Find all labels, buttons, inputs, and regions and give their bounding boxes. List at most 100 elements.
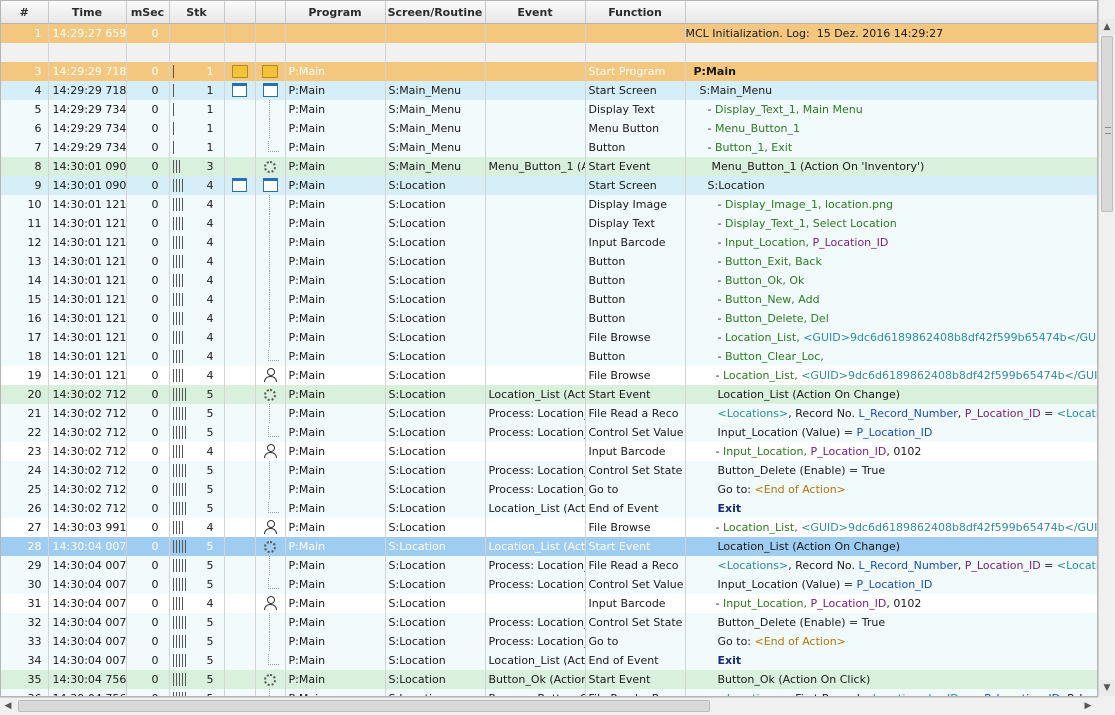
col-header-function[interactable]: Function xyxy=(585,1,686,24)
table-row[interactable] xyxy=(1,42,1097,62)
row-screen-routine: S:Location xyxy=(385,536,486,556)
row-stack-depth: 5 xyxy=(169,460,225,480)
row-function: Menu Button xyxy=(585,118,686,138)
row-icon-1 xyxy=(224,612,256,632)
table-row[interactable]: 30 14:30:04 007 0 5 P:Main S:Location Process:… xyxy=(1,574,1097,594)
row-msec: 0 xyxy=(126,555,170,575)
row-time: 14:30:04 756 xyxy=(48,688,127,696)
table-row[interactable]: 29 14:30:04 007 0 5 P:Main S:Location Process:… xyxy=(1,555,1097,575)
detail-segment: Button_Ok (Action On Click) xyxy=(717,672,871,686)
row-event xyxy=(485,99,586,119)
stack-bars xyxy=(172,672,188,686)
row-icon-2 xyxy=(255,308,286,328)
scroll-right-arrow-icon[interactable]: ▶ xyxy=(1080,698,1096,715)
col-header-program[interactable]: Program xyxy=(285,1,386,24)
log-grid[interactable]: # Time mSec Stk Program Screen/Routine E… xyxy=(0,0,1098,697)
detail-segment: L_Record_Number xyxy=(858,558,958,572)
row-msec: 0 xyxy=(126,327,170,347)
row-event: Location_List (Act xyxy=(485,384,586,404)
table-row[interactable]: 34 14:30:04 007 0 5 P:Main S:Location Location… xyxy=(1,650,1097,670)
row-time: 14:29:27 659 xyxy=(48,23,127,43)
row-icon-2 xyxy=(255,175,286,195)
table-row[interactable]: 27 14:30:03 991 0 4 P:Main S:Location File Bro… xyxy=(1,517,1097,537)
row-stack-depth: 4 xyxy=(169,308,225,328)
stack-value: 5 xyxy=(206,406,214,420)
table-row[interactable]: 14 14:30:01 121 0 4 P:Main S:Location Button - … xyxy=(1,270,1097,290)
table-row[interactable]: 26 14:30:02 712 0 5 P:Main S:Location Location… xyxy=(1,498,1097,518)
table-row[interactable]: 17 14:30:01 121 0 4 P:Main S:Location File Bro… xyxy=(1,327,1097,347)
table-row[interactable]: 16 14:30:01 121 0 4 P:Main S:Location Button - … xyxy=(1,308,1097,328)
table-row[interactable]: 31 14:30:04 007 0 4 P:Main S:Location Input Ba… xyxy=(1,593,1097,613)
row-number: 35 xyxy=(1,669,49,689)
table-row[interactable]: 28 14:30:04 007 0 5 P:Main S:Location Location… xyxy=(1,536,1097,556)
scroll-up-arrow-icon[interactable]: ▲ xyxy=(1099,19,1115,35)
row-detail: - Input_Location, P_Location_ID, 0102 xyxy=(685,593,1097,613)
table-row[interactable]: 20 14:30:02 712 0 5 P:Main S:Location Location… xyxy=(1,384,1097,404)
col-header-msec[interactable]: mSec xyxy=(126,1,170,24)
table-row[interactable]: 11 14:30:01 121 0 4 P:Main S:Location Display … xyxy=(1,213,1097,233)
row-screen-routine: S:Location xyxy=(385,517,486,537)
table-row[interactable]: 23 14:30:02 712 0 4 P:Main S:Location Input Ba… xyxy=(1,441,1097,461)
row-msec: 0 xyxy=(126,194,170,214)
table-row[interactable]: 21 14:30:02 712 0 5 P:Main S:Location Process:… xyxy=(1,403,1097,423)
stack-bars xyxy=(172,368,185,382)
col-header-icon2[interactable] xyxy=(255,1,286,24)
table-row[interactable]: 5 14:29:29 734 0 1 P:Main S:Main_Menu Display … xyxy=(1,99,1097,119)
row-event: Location_List (Act xyxy=(485,536,586,556)
col-header-icon1[interactable] xyxy=(224,1,256,24)
table-row[interactable]: 22 14:30:02 712 0 5 P:Main S:Location Process:… xyxy=(1,422,1097,442)
detail-segment: - xyxy=(717,216,725,230)
row-number: 19 xyxy=(1,365,49,385)
stack-value: 4 xyxy=(206,520,214,534)
stack-value: 1 xyxy=(206,140,214,154)
stack-bars xyxy=(172,197,185,211)
table-row[interactable]: 12 14:30:01 121 0 4 P:Main S:Location Input Ba… xyxy=(1,232,1097,252)
detail-segment: Location_List, xyxy=(724,330,804,344)
row-stack-depth: 3 xyxy=(169,156,225,176)
row-stack-depth: 4 xyxy=(169,327,225,347)
table-row[interactable]: 1 14:29:27 659 0 MCL Initialization. Log: 1… xyxy=(1,23,1097,43)
stack-bars xyxy=(172,292,185,306)
col-header-index[interactable]: # xyxy=(1,1,49,24)
scroll-left-arrow-icon[interactable]: ◀ xyxy=(0,698,16,715)
table-row[interactable]: 3 14:29:29 718 0 1 P:Main Start Program P:Main xyxy=(1,61,1097,81)
table-row[interactable]: 15 14:30:01 121 0 4 P:Main S:Location Button - … xyxy=(1,289,1097,309)
table-row[interactable]: 7 14:29:29 734 0 1 P:Main S:Main_Menu Button - … xyxy=(1,137,1097,157)
row-screen-routine: S:Location xyxy=(385,574,486,594)
table-row[interactable]: 18 14:30:01 121 0 4 P:Main S:Location Button - … xyxy=(1,346,1097,366)
col-header-detail[interactable] xyxy=(685,1,1097,24)
vertical-scroll-thumb[interactable] xyxy=(1101,36,1113,212)
row-program: P:Main xyxy=(285,213,386,233)
table-row[interactable]: 35 14:30:04 756 0 5 P:Main S:Location Button_O… xyxy=(1,669,1097,689)
col-header-event[interactable]: Event xyxy=(485,1,586,24)
col-header-screen-routine[interactable]: Screen/Routine xyxy=(385,1,486,24)
table-row[interactable]: 25 14:30:02 712 0 5 P:Main S:Location Process:… xyxy=(1,479,1097,499)
horizontal-scroll-thumb[interactable] xyxy=(18,700,710,712)
row-icon-2 xyxy=(255,365,286,385)
table-row[interactable]: 32 14:30:04 007 0 5 P:Main S:Location Process:… xyxy=(1,612,1097,632)
table-row[interactable]: 6 14:29:29 734 0 1 P:Main S:Main_Menu Menu But… xyxy=(1,118,1097,138)
table-row[interactable]: 24 14:30:02 712 0 5 P:Main S:Location Process:… xyxy=(1,460,1097,480)
col-header-time[interactable]: Time xyxy=(48,1,127,24)
row-program: P:Main xyxy=(285,517,386,537)
table-row[interactable]: 19 14:30:01 121 0 4 P:Main S:Location File Bro… xyxy=(1,365,1097,385)
folder-icon xyxy=(262,64,278,78)
table-row[interactable]: 33 14:30:04 007 0 5 P:Main S:Location Process:… xyxy=(1,631,1097,651)
horizontal-scrollbar[interactable]: ◀ ▶ xyxy=(0,697,1098,715)
row-detail: - Location_List, <GUID>9dc6d6189862408b8… xyxy=(685,327,1097,347)
row-detail: - Button_Ok, Ok xyxy=(685,270,1097,290)
col-header-stk[interactable]: Stk xyxy=(169,1,225,24)
row-msec: 0 xyxy=(126,137,170,157)
detail-segment: S:Main_Menu xyxy=(699,83,773,97)
vertical-scrollbar[interactable]: ▲ ▼ xyxy=(1098,0,1115,697)
table-row[interactable]: 9 14:30:01 090 0 4 P:Main S:Location Start Scr… xyxy=(1,175,1097,195)
row-detail: Location_List (Action On Change) xyxy=(685,384,1097,404)
scroll-down-arrow-icon[interactable]: ▼ xyxy=(1099,680,1115,696)
row-event: Process: Location_ xyxy=(485,422,586,442)
table-row[interactable]: 4 14:29:29 718 0 1 P:Main S:Main_Menu Start Sc… xyxy=(1,80,1097,100)
detail-segment: Go to: xyxy=(717,634,755,648)
table-row[interactable]: 13 14:30:01 121 0 4 P:Main S:Location Button - … xyxy=(1,251,1097,271)
table-row[interactable]: 10 14:30:01 121 0 4 P:Main S:Location Display … xyxy=(1,194,1097,214)
table-row[interactable]: 3614:30:04 75605 P:MainS:LocationProcess:… xyxy=(1,688,1097,696)
table-row[interactable]: 8 14:30:01 090 0 3 P:Main S:Main_Menu Menu_But… xyxy=(1,156,1097,176)
